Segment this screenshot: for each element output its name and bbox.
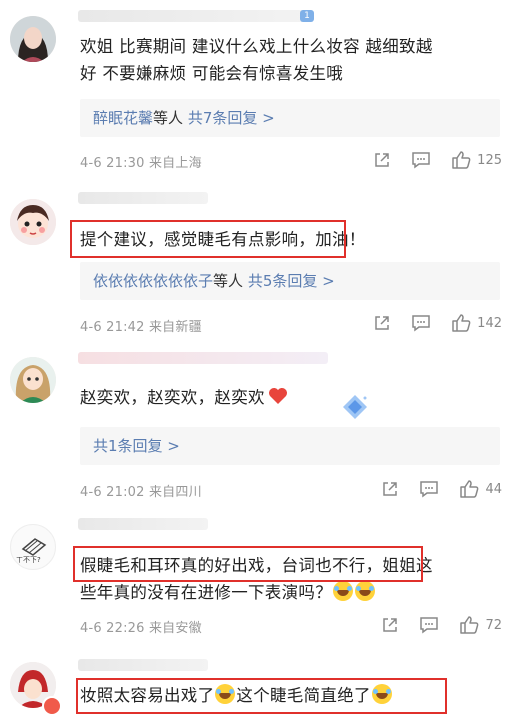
avatar-image (10, 199, 56, 245)
laughing-tears-emoji (215, 684, 236, 704)
share-icon (375, 153, 389, 167)
comment-text-tail: 加油！ (315, 230, 366, 249)
comment-date: 4-6 21:30 (80, 156, 145, 171)
replies-summary[interactable]: 共1条回复 > (80, 427, 500, 465)
like-button[interactable]: 72 (459, 615, 502, 635)
avatar[interactable]: ㄒ不下? (10, 524, 56, 570)
username-blurred[interactable] (78, 518, 208, 530)
thumbs-up-icon (460, 480, 479, 498)
avatar[interactable] (10, 199, 56, 245)
share-icon (383, 618, 398, 632)
comment-button[interactable] (419, 480, 439, 498)
avatar-badge (42, 696, 62, 716)
comment-date: 4-6 21:02 (80, 485, 145, 500)
comment-icon (412, 152, 430, 169)
action-bar: 72 (361, 615, 502, 635)
share-icon (383, 482, 398, 496)
comment-date: 4-6 21:42 (80, 320, 145, 335)
thumbs-up-icon (460, 616, 479, 634)
comment-location: 来自安徽 (148, 621, 202, 636)
comment-date: 4-6 22:26 (80, 621, 145, 636)
like-button[interactable]: 125 (451, 150, 502, 170)
comment-text-highlighted: 提个建议，感觉睫毛有点影响， (80, 230, 316, 249)
laughing-tears-emoji (333, 581, 353, 601)
comment-location: 来自上海 (148, 156, 202, 171)
like-count: 72 (485, 617, 502, 633)
comment-text: 欢姐 比赛期间 建议什么戏上什么妆容 越细致越 好 不要嫌麻烦 可能会有惊喜发生… (80, 37, 433, 83)
like-button[interactable]: 44 (459, 479, 502, 499)
reply-count: 共1条回复 > (93, 437, 180, 455)
like-button[interactable]: 142 (451, 313, 502, 333)
share-button[interactable] (373, 314, 391, 332)
username-blurred[interactable] (78, 352, 328, 364)
reply-mid: 等人 (213, 272, 244, 290)
comment-location: 来自新疆 (148, 320, 202, 335)
avatar-image (10, 357, 56, 403)
reply-names: 醉眠花馨 (93, 109, 154, 127)
reply-names: 依依依依依依依子 (93, 272, 214, 290)
reply-count: 共5条回复 > (247, 272, 335, 290)
share-icon (375, 316, 389, 330)
username-blurred[interactable] (78, 10, 308, 22)
username-blurred[interactable] (78, 659, 208, 671)
comment-text: 赵奕欢，赵奕欢，赵奕欢 (80, 384, 500, 411)
comment-text-highlighted: 假睫毛和耳环真的好出戏，台词也不行， (80, 556, 383, 575)
reply-count: 共7条回复 > (187, 109, 275, 127)
action-bar: 44 (361, 479, 502, 499)
diamond-badge-icon (343, 395, 367, 419)
comment-text: 提个建议，感觉睫毛有点影响，加油！ (80, 226, 500, 253)
comment-text-tail: 姐姐这 (382, 556, 433, 575)
comment-meta: 4-6 21:42 来自新疆 (80, 316, 202, 335)
laughing-tears-emoji (371, 684, 392, 704)
share-button[interactable] (373, 151, 391, 169)
username-blurred[interactable] (78, 192, 208, 204)
comment-icon (412, 315, 430, 332)
action-bar: 125 (353, 150, 502, 170)
red-heart-emoji (268, 388, 287, 404)
comment-button[interactable] (411, 314, 431, 332)
like-count: 142 (477, 315, 502, 331)
like-count: 125 (477, 152, 502, 168)
share-button[interactable] (381, 616, 399, 634)
comment-text: 妆照太容易出戏了 这个睫毛简直绝了 (80, 682, 500, 709)
laughing-tears-emoji (355, 581, 375, 601)
comment-location: 来自四川 (148, 485, 202, 500)
avatar-image (10, 16, 56, 62)
comment-button[interactable] (419, 616, 439, 634)
vip-badge: 1 (300, 10, 314, 22)
share-button[interactable] (381, 480, 399, 498)
comment-meta: 4-6 21:30 来自上海 (80, 152, 202, 171)
reply-mid: 等人 (153, 109, 184, 127)
comment-icon (420, 481, 439, 498)
like-count: 44 (485, 481, 502, 497)
thumbs-up-icon (452, 314, 471, 332)
avatar-caption: ㄒ不下? (16, 556, 41, 564)
replies-summary[interactable]: 依依依依依依依子等人 共5条回复 > (80, 262, 500, 300)
avatar[interactable] (10, 16, 56, 62)
comment-meta: 4-6 21:02 来自四川 (80, 481, 202, 500)
replies-summary[interactable]: 醉眠花馨等人 共7条回复 > (80, 99, 500, 137)
avatar[interactable] (10, 357, 56, 403)
thumbs-up-icon (452, 151, 471, 169)
comment-text: 假睫毛和耳环真的好出戏，台词也不行，姐姐这 些年真的没有在进修一下表演吗？ (80, 556, 433, 602)
comment-meta: 4-6 22:26 来自安徽 (80, 617, 202, 636)
comment-button[interactable] (411, 151, 431, 169)
comment-icon (420, 617, 439, 634)
action-bar: 142 (353, 313, 502, 333)
